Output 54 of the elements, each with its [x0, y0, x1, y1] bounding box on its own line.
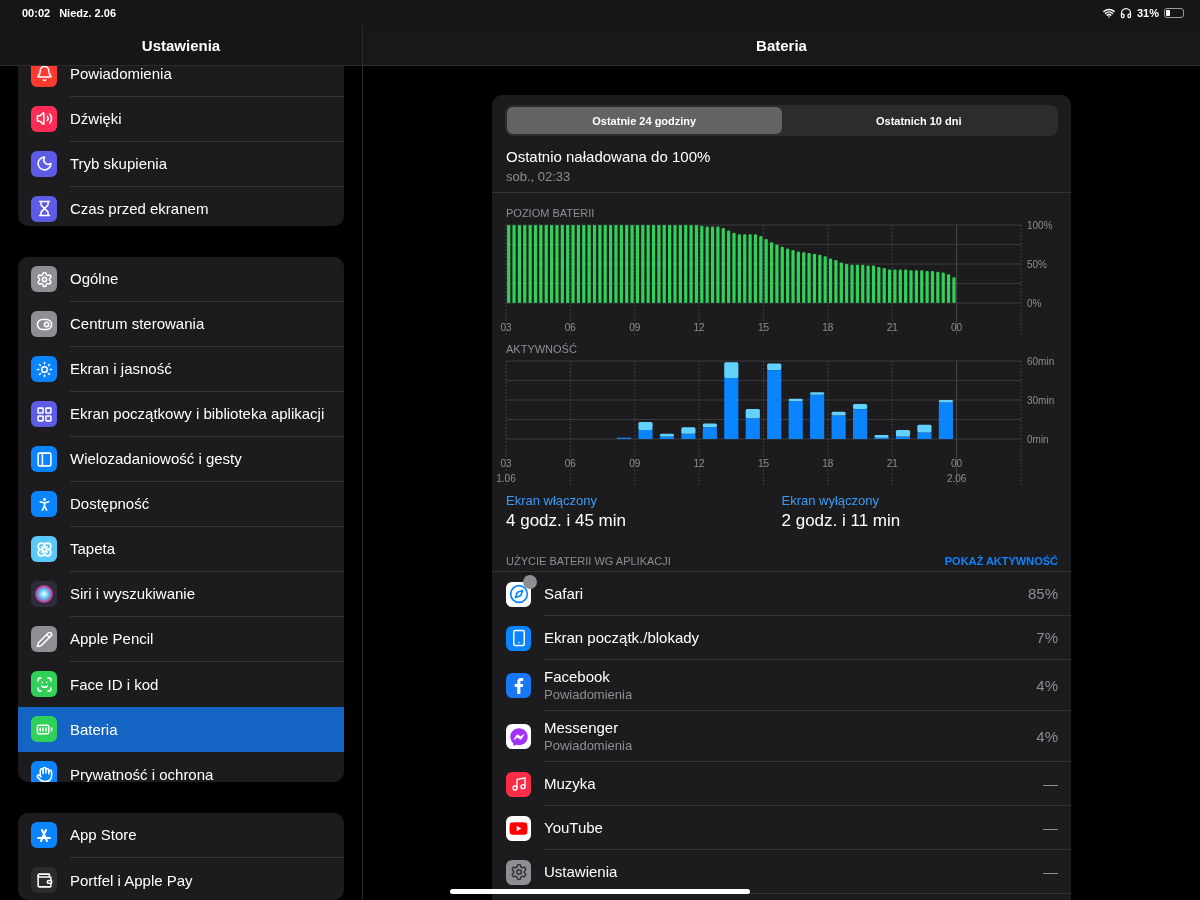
tick-label: 00 [951, 458, 963, 469]
tick-label: 12 [693, 458, 705, 469]
tick-label: 18 [822, 322, 834, 333]
screen-time-value: 4 godz. i 45 min [506, 511, 627, 531]
app-name: Muzyka [544, 775, 596, 792]
screen-time-label: Ekran wyłączony [781, 493, 881, 508]
battery-percent: 31% [1136, 6, 1159, 19]
section-header: UŻYCIE BATERII WG APLIKACJI [506, 555, 671, 567]
tick-label: 0% [1027, 298, 1042, 309]
tick-label: 21 [886, 322, 898, 333]
chart-title: AKTYWNOŚĆ [505, 343, 578, 355]
usage-percent: 7% [1036, 629, 1058, 646]
last-charged-title: Ostatnio naładowana do 100% [506, 148, 712, 165]
app-name: Facebook [544, 668, 611, 685]
app-name: Messenger [544, 719, 620, 736]
app-name: Ustawienia [544, 863, 618, 880]
status-time: 00:02 [22, 6, 51, 19]
screen-time-label: Ekran włączony [506, 493, 599, 508]
tick-label: 50% [1027, 259, 1047, 270]
tick-label: 03 [500, 458, 512, 469]
date-label: 1.06 [496, 473, 516, 484]
tick-label: 00 [951, 322, 963, 333]
usage-percent: — [1043, 775, 1058, 792]
app-subtitle: Powiadomienia [544, 687, 633, 702]
tick-label: 15 [757, 458, 770, 469]
app-name: YouTube [544, 819, 603, 836]
usage-percent: 4% [1036, 676, 1058, 694]
tick-label: 09 [629, 458, 641, 469]
tick-label: 21 [886, 458, 898, 469]
tick-label: 60min [1027, 356, 1055, 367]
tick-label: 18 [822, 458, 834, 469]
chart-title: POZIOM BATERII [505, 207, 596, 219]
app-name: Ekran początk./blokady [544, 629, 700, 646]
screen-time-value: 2 godz. i 11 min [781, 511, 902, 531]
tick-label: 100% [1027, 220, 1053, 231]
status-date: Niedz. 2.06 [59, 6, 116, 19]
app-subtitle: Powiadomienia [544, 738, 633, 753]
tick-label: 03 [500, 322, 512, 333]
app-name: Safari [544, 585, 584, 602]
tick-label: 06 [564, 458, 576, 469]
tick-label: 30min [1027, 395, 1055, 406]
usage-percent: 85% [1027, 585, 1058, 602]
last-charged-time: sob., 02:33 [506, 169, 572, 184]
sidebar-title: Ustawienia [141, 36, 221, 54]
page-title: Bateria [756, 36, 807, 54]
tick-label: 0min [1027, 434, 1049, 445]
tick-label: 09 [629, 322, 641, 333]
usage-percent: — [1043, 863, 1058, 880]
date-label: 2.06 [946, 473, 967, 484]
tick-label: 15 [757, 322, 770, 333]
tick-label: 12 [693, 322, 705, 333]
usage-percent: 4% [1036, 727, 1058, 745]
usage-percent: — [1043, 819, 1058, 836]
tick-label: 06 [564, 322, 576, 333]
